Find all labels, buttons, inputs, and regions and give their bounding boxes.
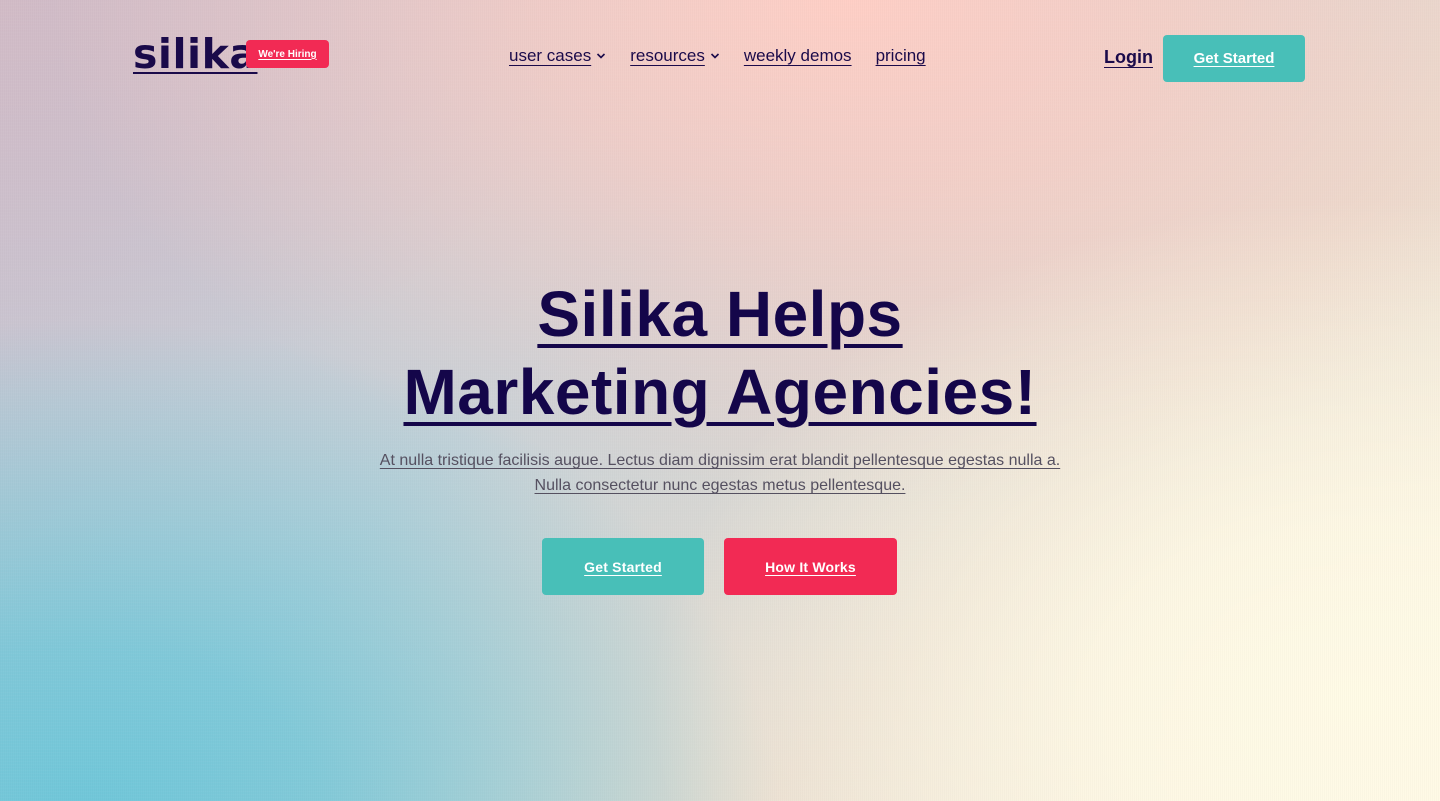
nav-item-label: user cases: [509, 46, 592, 65]
nav-item-user-cases[interactable]: user cases: [509, 46, 606, 66]
hero-subtitle: At nulla tristique facilisis augue. Lect…: [379, 452, 1061, 494]
nav-item-weekly-demos[interactable]: weekly demos: [744, 46, 852, 66]
chevron-down-icon: [710, 53, 719, 59]
hero-title: Silika Helps Marketing Agencies!: [0, 275, 1440, 431]
chevron-down-icon: [597, 53, 606, 59]
hero-title-line-2: Marketing Agencies!: [403, 356, 1037, 428]
nav-item-label: resources: [630, 46, 705, 65]
silika-logo[interactable]: silika: [133, 30, 258, 78]
hero-title-line-1: Silika Helps: [537, 278, 903, 350]
header-get-started-button[interactable]: Get Started: [1163, 35, 1305, 82]
nav-item-resources[interactable]: resources: [630, 46, 720, 66]
main-nav: user cases resources weekly demos pricin…: [509, 46, 950, 66]
site-header: silika We're Hiring user cases resources…: [0, 0, 1440, 110]
hiring-badge[interactable]: We're Hiring: [246, 40, 329, 68]
how-it-works-button[interactable]: How It Works: [724, 538, 897, 595]
login-link[interactable]: Login: [1104, 47, 1153, 68]
nav-item-label: weekly demos: [743, 46, 852, 65]
nav-item-label: pricing: [875, 46, 926, 65]
get-started-button[interactable]: Get Started: [542, 538, 704, 595]
nav-item-pricing[interactable]: pricing: [876, 46, 926, 66]
